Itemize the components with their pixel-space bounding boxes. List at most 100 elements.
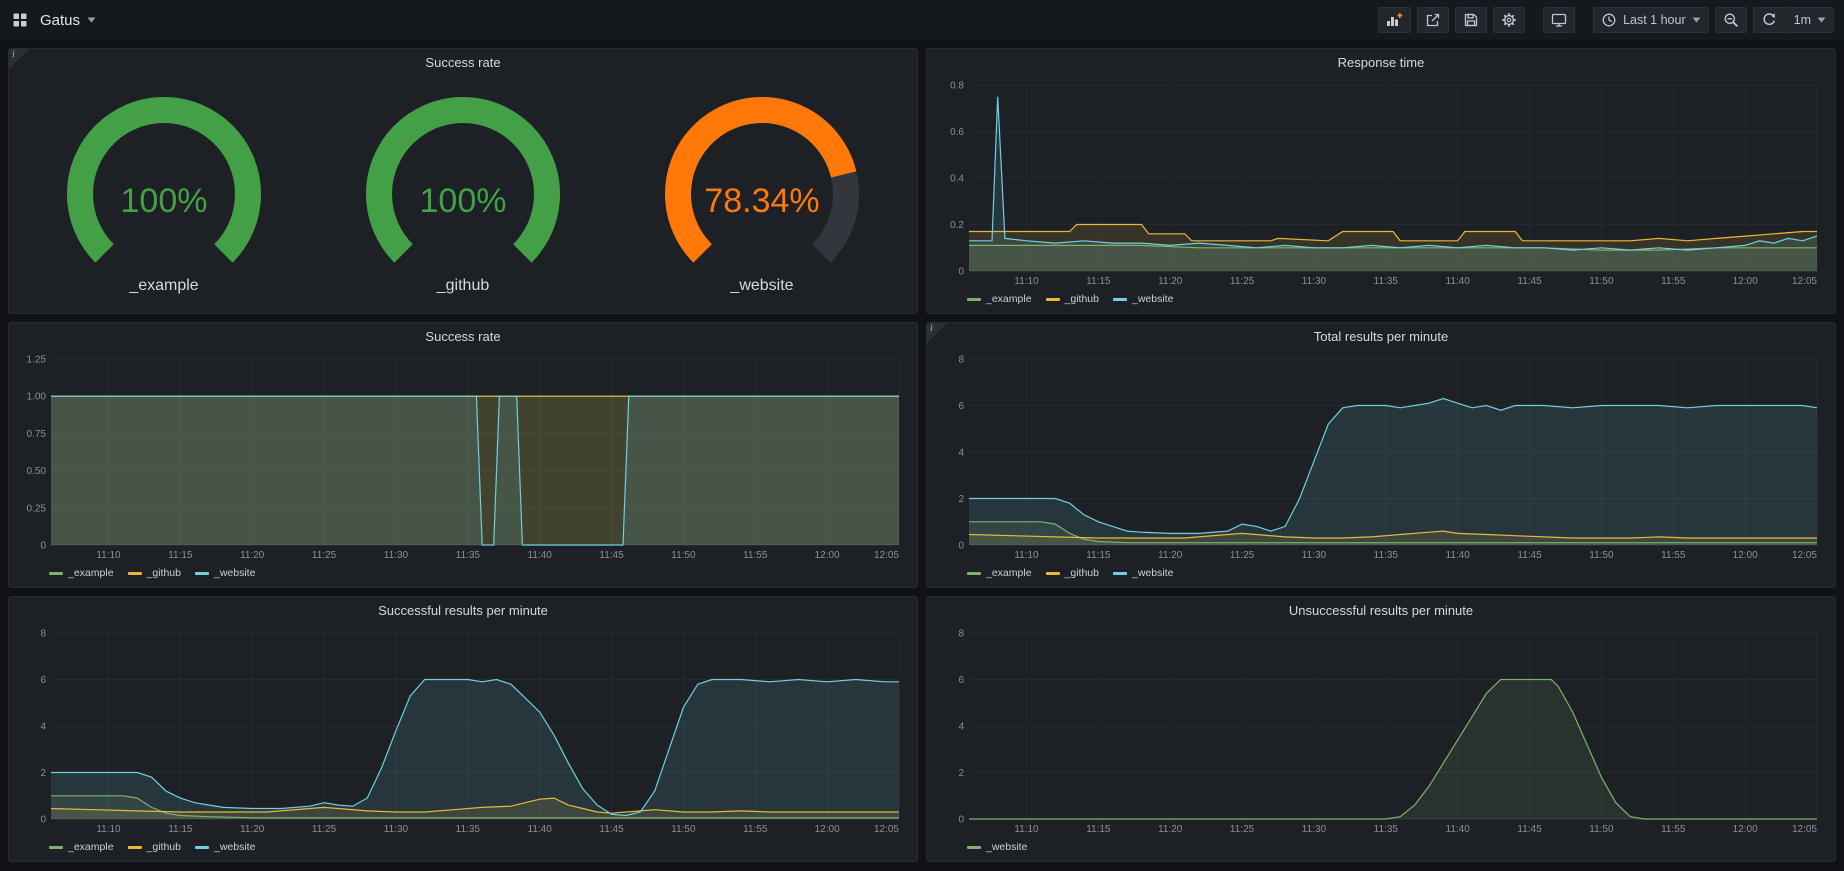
svg-text:1.25: 1.25 [27, 355, 47, 366]
total-results-chart[interactable]: 11:1011:1511:2011:2511:3011:3511:4011:45… [933, 349, 1829, 563]
panel-title[interactable]: Total results per minute [1314, 329, 1448, 344]
svg-text:0.8: 0.8 [950, 81, 964, 92]
chart-legend: _website [933, 837, 1829, 857]
legend-color-swatch [195, 572, 209, 575]
panel-title[interactable]: Success rate [425, 55, 500, 70]
legend-item[interactable]: _website [195, 841, 255, 853]
dashboard-title-button[interactable]: Gatus [38, 8, 98, 33]
svg-text:11:55: 11:55 [1661, 550, 1686, 561]
time-range-button[interactable]: Last 1 hour [1593, 7, 1709, 33]
info-glyph: i [12, 49, 15, 60]
svg-text:11:25: 11:25 [1230, 824, 1255, 835]
gauge-_example: 100%_example [19, 88, 309, 296]
navbar: Gatus [0, 0, 1844, 40]
legend-series-label: _github [1065, 567, 1099, 579]
svg-text:11:10: 11:10 [1014, 550, 1039, 561]
save-button[interactable] [1455, 7, 1487, 33]
svg-text:6: 6 [958, 401, 964, 412]
legend-item[interactable]: _website [1113, 293, 1173, 305]
svg-text:4: 4 [958, 722, 964, 733]
svg-text:11:10: 11:10 [96, 550, 121, 561]
legend-series-label: _website [1132, 293, 1173, 305]
panel-title[interactable]: Successful results per minute [378, 603, 548, 618]
gauge-_github: 100%_github [318, 88, 608, 296]
legend-item[interactable]: _website [1113, 567, 1173, 579]
share-icon [1425, 12, 1441, 28]
svg-text:11:40: 11:40 [1446, 824, 1471, 835]
svg-text:0.25: 0.25 [27, 503, 47, 514]
legend-series-label: _website [986, 841, 1027, 853]
zoom-out-button[interactable] [1715, 7, 1747, 33]
panel-success-rate-timeseries: Success rate 11:1011:1511:2011:2511:3011… [8, 322, 918, 588]
svg-text:11:25: 11:25 [312, 824, 337, 835]
svg-text:11:25: 11:25 [312, 550, 337, 561]
svg-text:11:45: 11:45 [599, 550, 624, 561]
panel-info-icon[interactable]: i [9, 49, 29, 69]
legend-color-swatch [128, 846, 142, 849]
add-panel-icon [1386, 12, 1403, 28]
svg-text:12:05: 12:05 [874, 550, 899, 561]
svg-text:11:45: 11:45 [1517, 824, 1542, 835]
svg-text:11:55: 11:55 [743, 824, 768, 835]
svg-text:12:05: 12:05 [1792, 550, 1817, 561]
svg-text:11:20: 11:20 [240, 550, 265, 561]
panel-header: Response time [927, 49, 1835, 75]
svg-text:0: 0 [40, 541, 46, 552]
panel-unsuccessful-results: Unsuccessful results per minute 11:10 11:… [926, 596, 1836, 862]
panel-title[interactable]: Response time [1338, 55, 1425, 70]
save-icon [1463, 12, 1479, 28]
legend-item[interactable]: _github [128, 841, 181, 853]
panel-body: 11:1011:1511:2011:2511:3011:3511:4011:45… [927, 623, 1835, 861]
success-rate-chart[interactable]: 11:1011:1511:2011:2511:3011:3511:4011:45… [15, 349, 911, 563]
legend-item[interactable]: _example [49, 841, 114, 853]
svg-text:11:10: 11:10 [1014, 824, 1039, 835]
legend-item[interactable]: _example [967, 293, 1032, 305]
panel-body: 11:1011:1511:2011:2511:3011:3511:4011:45… [9, 623, 917, 861]
legend-item[interactable]: _example [967, 567, 1032, 579]
response-time-chart[interactable]: 11:1011:1511:2011:2511:3011:3511:4011:45… [933, 75, 1829, 289]
unsuccessful-results-chart[interactable]: 11:1011:1511:2011:2511:3011:3511:4011:45… [933, 623, 1829, 837]
settings-button[interactable] [1493, 7, 1525, 33]
panel-title[interactable]: Success rate [425, 329, 500, 344]
svg-text:11:45: 11:45 [599, 824, 624, 835]
successful-results-chart[interactable]: 11:1011:1511:2011:2511:3011:3511:4011:45… [15, 623, 911, 837]
info-glyph: i [930, 323, 933, 334]
refresh-button[interactable] [1753, 7, 1785, 33]
legend-item[interactable]: _github [1046, 567, 1099, 579]
legend-item[interactable]: _website [195, 567, 255, 579]
svg-text:11:45: 11:45 [1517, 550, 1542, 561]
chart-legend: _example _github _website [933, 289, 1829, 309]
panel-title[interactable]: Unsuccessful results per minute [1289, 603, 1473, 618]
svg-text:1.00: 1.00 [27, 392, 47, 403]
apps-grid-icon [12, 12, 28, 28]
cycle-view-button[interactable] [1543, 7, 1575, 33]
svg-text:11:50: 11:50 [671, 824, 696, 835]
legend-item[interactable]: _github [1046, 293, 1099, 305]
svg-text:12:00: 12:00 [1733, 824, 1758, 835]
chart-svg: 11:1011:1511:2011:2511:3011:3511:4011:45… [15, 349, 911, 563]
legend-item[interactable]: _github [128, 567, 181, 579]
cycle-view-monitor-icon [1551, 12, 1567, 28]
svg-text:11:35: 11:35 [1374, 276, 1399, 287]
caret-down-icon [87, 17, 96, 23]
svg-text:11:30: 11:30 [384, 824, 409, 835]
add-panel-button[interactable] [1378, 7, 1411, 33]
svg-text:11:15: 11:15 [1086, 550, 1111, 561]
legend-item[interactable]: _example [49, 567, 114, 579]
refresh-interval-label: 1m [1794, 13, 1811, 27]
svg-text:11:25: 11:25 [1230, 550, 1255, 561]
legend-item[interactable]: _website [967, 841, 1027, 853]
svg-text:11:50: 11:50 [1589, 824, 1614, 835]
panel-info-icon[interactable]: i [927, 323, 947, 343]
svg-text:11:50: 11:50 [1589, 550, 1614, 561]
refresh-interval-button[interactable]: 1m [1786, 7, 1834, 33]
panel-response-time: Response time 11:1011:1511:2011:2511:301… [926, 48, 1836, 314]
legend-series-label: _github [147, 841, 181, 853]
panel-header: Total results per minute [927, 323, 1835, 349]
gauge-svg: 100%_example [19, 88, 309, 296]
share-button[interactable] [1417, 7, 1449, 33]
apps-grid-button[interactable] [10, 8, 30, 32]
legend-color-swatch [1046, 572, 1060, 575]
legend-series-label: _github [147, 567, 181, 579]
svg-text:11:50: 11:50 [1589, 276, 1614, 287]
